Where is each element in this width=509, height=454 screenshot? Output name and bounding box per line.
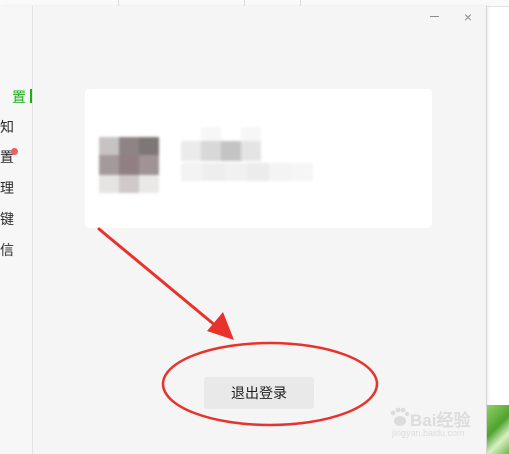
sidebar-item-label: 理 [0,180,14,196]
logout-button[interactable]: 退出登录 [204,377,314,409]
settings-window: 置 知 置 理 键 信 × 退出登录 [0,6,487,454]
minimize-icon [430,16,439,17]
close-icon: × [463,9,473,25]
minimize-button[interactable] [426,8,444,26]
notification-badge [11,148,18,155]
sidebar-item-general-settings[interactable]: 置 [0,146,32,168]
background-image-fragment [487,405,509,454]
sidebar-item-label: 置 [12,89,26,105]
sidebar-item-label: 键 [0,211,14,227]
sidebar-item-shortcuts[interactable]: 键 [0,208,32,230]
sidebar-item-label: 信 [0,242,14,258]
account-card [85,89,432,228]
close-button[interactable]: × [459,8,477,26]
screenshot-page: 置 知 置 理 键 信 × 退出登录 Bai经验 jingyan.baidu.c… [0,0,509,454]
blurred-avatar [99,137,161,195]
sidebar-item-account-settings[interactable]: 置 [0,86,32,108]
sidebar-item-label: 知 [0,119,14,135]
active-indicator [30,89,32,103]
sidebar-item-notifications[interactable]: 知 [0,116,32,138]
settings-sidebar: 置 知 置 理 键 信 [0,6,33,454]
blurred-account-name [181,125,321,185]
sidebar-item-about[interactable]: 信 [0,239,32,261]
sidebar-item-file-management[interactable]: 理 [0,177,32,199]
